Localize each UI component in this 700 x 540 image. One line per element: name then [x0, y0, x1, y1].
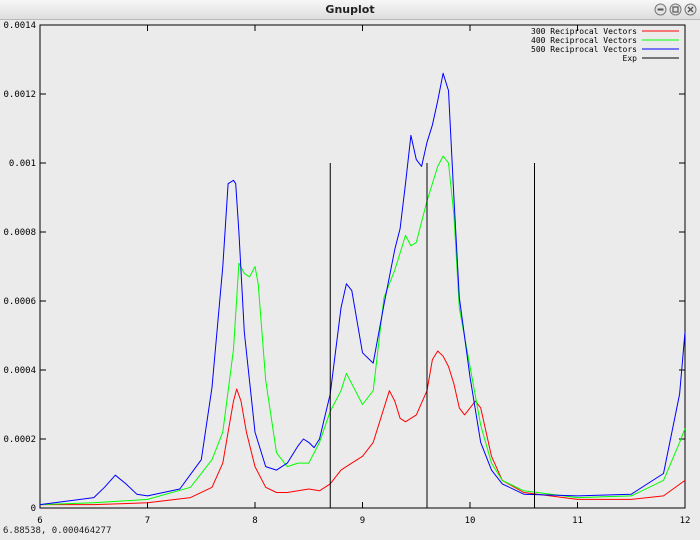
- window-titlebar: Gnuplot: [0, 0, 700, 20]
- x-tick-label: 6: [37, 516, 42, 524]
- y-tick-label: 0.0008: [3, 228, 36, 238]
- legend-label: 500 Reciprocal Vectors: [531, 45, 637, 54]
- x-tick-label: 8: [252, 516, 257, 524]
- y-tick-label: 0.0006: [3, 297, 36, 307]
- legend-label: Exp: [623, 54, 638, 63]
- y-tick-label: 0.0014: [3, 21, 36, 31]
- legend-label: 300 Reciprocal Vectors: [531, 27, 637, 36]
- x-tick-label: 11: [572, 516, 583, 524]
- plot-frame: [39, 24, 686, 509]
- x-tick-label: 9: [360, 516, 365, 524]
- plot-canvas[interactable]: 0 0.0002 0.0004 0.0006 0.0008 0.001 0.0012 0.00…: [0, 20, 700, 524]
- y-tick-label: 0.0002: [3, 435, 36, 445]
- y-tick-label: 0.0012: [3, 90, 36, 100]
- x-tick-label: 12: [680, 516, 691, 524]
- x-tick-label: 7: [145, 516, 150, 524]
- y-tick-label: 0.001: [9, 159, 36, 169]
- window-title: Gnuplot: [325, 3, 375, 16]
- cursor-coordinates: 6.88538, 0.000464277: [3, 526, 112, 536]
- minimize-icon[interactable]: [654, 3, 667, 16]
- legend-label: 400 Reciprocal Vectors: [531, 36, 637, 45]
- x-tick-label: 10: [465, 516, 476, 524]
- y-tick-label: 0: [31, 504, 36, 514]
- maximize-icon[interactable]: [669, 3, 682, 16]
- y-tick-label: 0.0004: [3, 366, 36, 376]
- close-icon[interactable]: [684, 3, 697, 16]
- statusbar: 6.88538, 0.000464277: [0, 524, 700, 540]
